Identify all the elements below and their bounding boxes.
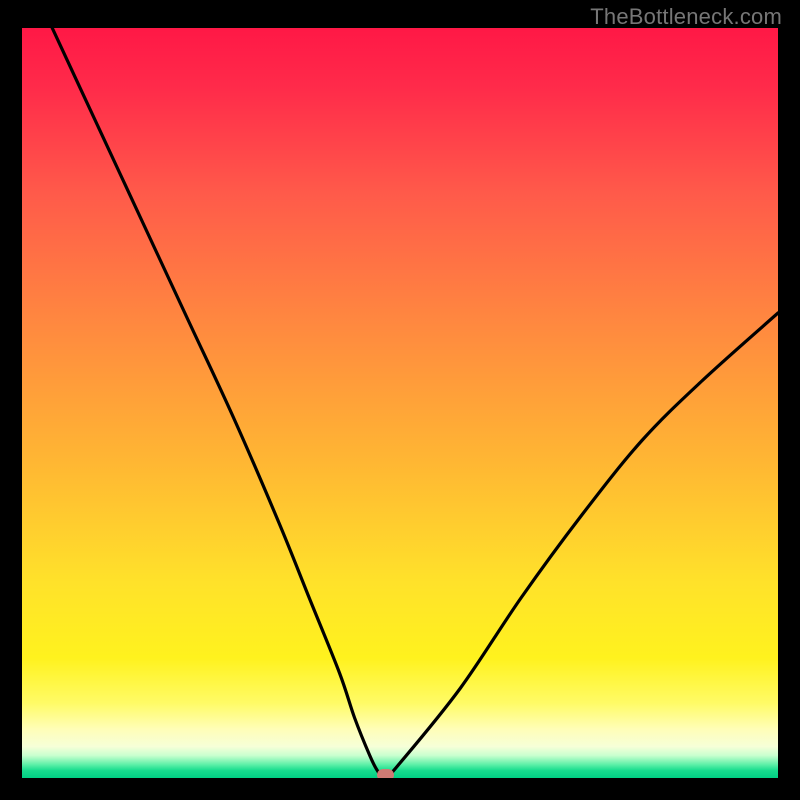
watermark-text: TheBottleneck.com (590, 4, 782, 30)
chart-frame: TheBottleneck.com (0, 0, 800, 800)
bottleneck-curve (22, 28, 778, 778)
plot-area (22, 28, 778, 778)
minimum-marker-icon (377, 769, 394, 778)
